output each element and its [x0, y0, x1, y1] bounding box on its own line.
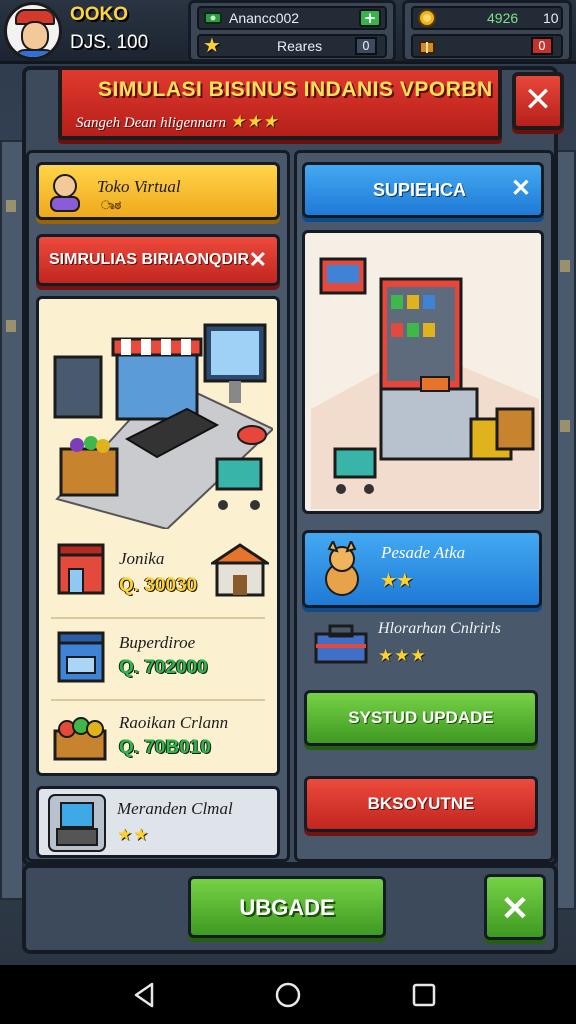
- player-cash: DJS. 100: [70, 32, 149, 53]
- resource-label: Reares: [277, 38, 323, 54]
- shop-building-icon: [57, 543, 105, 595]
- bksoyutne-label: BKSOYUTNE: [367, 794, 475, 813]
- cash-register-icon: [48, 794, 106, 852]
- shelf-illustration: [311, 257, 539, 509]
- system-nav-bar: [0, 965, 576, 1024]
- title-banner: SIMULASI BISINUS INDANIS VPORBN Sangeh D…: [58, 66, 502, 140]
- supiehca-label: SUPIEHCA: [373, 180, 467, 200]
- item-name-3: Raoikan Crlann: [119, 713, 229, 732]
- pet-name: Pesade Atka: [381, 543, 466, 562]
- toolbox-icon: [314, 624, 368, 664]
- kangaroo-mascot-icon: [325, 541, 359, 596]
- produce-crate-icon: [53, 717, 107, 761]
- page-title: SIMULASI BISINUS INDANIS VPORBN: [98, 78, 493, 101]
- top-hud: OOKO DJS. 100 Anancc002 + ★ Reares 0 492…: [0, 0, 576, 64]
- item2-stars: ★★★: [378, 646, 427, 666]
- close-button[interactable]: ✕: [512, 72, 564, 130]
- subtitle-stars: ★★★: [229, 112, 279, 131]
- simulation-label: SIMRULIAS BIRIAONQDIR: [49, 251, 249, 268]
- close-icon: ✕: [523, 80, 553, 120]
- meranden-stars: ★★: [117, 825, 150, 845]
- gift-box-icon: [419, 41, 435, 54]
- pet-stars: ★★: [381, 571, 414, 590]
- toko-virtual-sub: ಾಠ: [101, 198, 122, 212]
- meranden-card[interactable]: Meranden Clmal ★★: [36, 786, 280, 858]
- resource-value: Anancc002: [229, 10, 300, 26]
- coin-panel: 4926 10 0: [402, 0, 572, 62]
- item2-row[interactable]: Hlorarhan Cnlrirls ★★★: [302, 612, 542, 680]
- store-card: Jonika Q. 30030 Buperdiroe Q. 702000 Rao…: [36, 296, 280, 776]
- upgrade-label: UBGADE: [239, 895, 335, 920]
- cash-stack-icon: [204, 12, 222, 24]
- system-update-label: SYSTUD UPDADE: [348, 708, 494, 727]
- close-icon: ✕: [500, 890, 530, 928]
- toko-virtual-label: Toko Virtual: [97, 177, 181, 196]
- simulation-button[interactable]: SIMRULIAS BIRIAONQDIR ✕: [36, 234, 280, 286]
- back-icon[interactable]: [130, 981, 158, 1009]
- close-icon[interactable]: ✕: [511, 174, 531, 203]
- recents-icon[interactable]: [410, 981, 438, 1009]
- player-name: OOKO: [70, 4, 129, 25]
- shelf-card: [302, 230, 544, 514]
- supiehca-button[interactable]: SUPIEHCA ✕: [302, 162, 544, 218]
- page-subtitle: Sangeh Dean hligennarn ★★★: [76, 112, 279, 131]
- resource-panel: Anancc002 + ★ Reares 0: [188, 0, 396, 62]
- coin-icon: [418, 9, 436, 27]
- upgrade-button[interactable]: UBGADE: [188, 876, 386, 938]
- add-resource-button[interactable]: +: [359, 9, 381, 27]
- store-front-icon: [211, 543, 269, 597]
- star-icon: ★: [203, 33, 221, 57]
- toko-virtual-button[interactable]: Toko Virtual ಾಠ: [36, 162, 280, 220]
- item-price-1: Q. 30030: [119, 575, 198, 596]
- avatar[interactable]: [4, 2, 62, 60]
- item-price-3: Q. 70B010: [119, 737, 211, 758]
- pet-card[interactable]: Pesade Atka ★★: [302, 530, 542, 608]
- meranden-name: Meranden Clmal: [117, 799, 233, 818]
- coin-count: 10: [543, 10, 559, 26]
- resource-badge: 0: [355, 37, 377, 55]
- item-name-2: Buperdiroe: [119, 633, 196, 652]
- shopkeeper-icon: [50, 174, 80, 212]
- item-name-1: Jonika: [119, 549, 165, 568]
- home-icon[interactable]: [274, 981, 302, 1009]
- supermarket-icon: [57, 631, 105, 683]
- bottom-close-button[interactable]: ✕: [484, 874, 546, 940]
- store-illustration: [53, 323, 273, 529]
- item2-name: Hlorarhan Cnlrirls: [378, 620, 501, 637]
- coin-badge: 0: [531, 37, 553, 55]
- close-icon[interactable]: ✕: [249, 247, 267, 273]
- item-price-2: Q. 702000: [119, 657, 208, 678]
- bksoyutne-button[interactable]: BKSOYUTNE: [304, 776, 538, 832]
- system-update-button[interactable]: SYSTUD UPDADE: [304, 690, 538, 746]
- coin-value: 4926: [487, 10, 519, 26]
